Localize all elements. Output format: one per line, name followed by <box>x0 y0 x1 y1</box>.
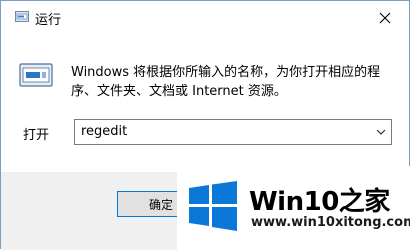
run-dialog: 运行 Windows 将根据你所输入的名称，为你打开相应的程序、文件夹、文档或 … <box>0 0 410 250</box>
title-bar: 运行 <box>1 1 409 35</box>
close-icon <box>379 12 391 24</box>
command-input[interactable]: regedit <box>81 124 127 139</box>
watermark-brand: Win10之家 <box>249 187 390 217</box>
description-text: Windows 将根据你所输入的名称，为你打开相应的程序、文件夹、文档或 Int… <box>71 65 381 99</box>
open-label: 打开 <box>23 128 50 143</box>
chevron-down-icon[interactable] <box>375 126 387 138</box>
command-combobox[interactable]: regedit <box>74 119 392 145</box>
run-icon <box>15 11 29 22</box>
close-button[interactable] <box>373 6 397 30</box>
watermark-url: www.win10xitong.com <box>251 215 410 230</box>
run-program-icon <box>19 63 53 87</box>
windows-logo-icon <box>189 181 237 231</box>
window-title: 运行 <box>35 13 62 28</box>
